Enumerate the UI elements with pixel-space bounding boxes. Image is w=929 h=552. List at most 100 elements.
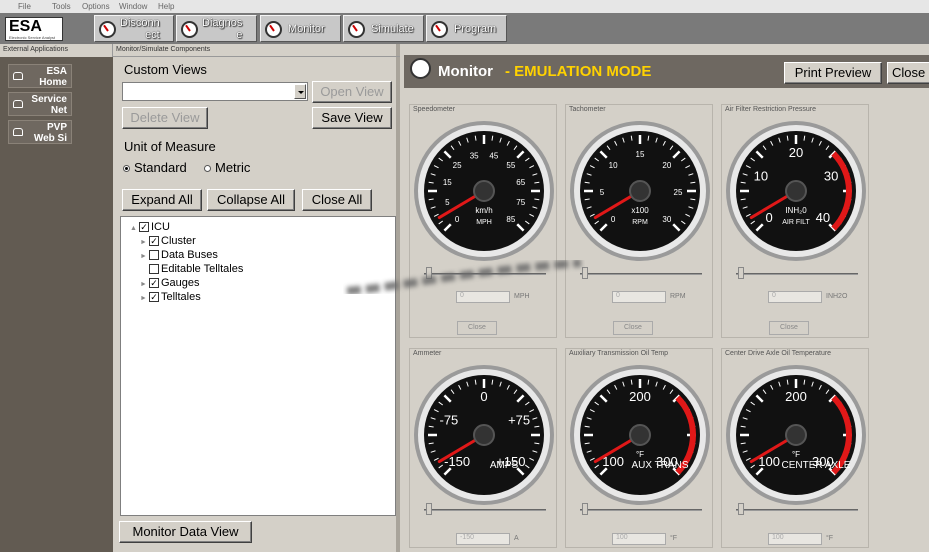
gauge-scale-label: 5 [600,188,605,197]
delete-view-button[interactable]: Delete View [122,107,208,129]
esa-home-label: ESA Home [39,66,67,88]
gauge-scale-label: 20 [789,145,803,160]
pvp-web-label: PVP Web Si [33,122,67,144]
tree-expander-icon[interactable]: ► [140,279,147,291]
gauge-slider-thumb[interactable] [738,267,744,279]
menu-options[interactable]: Options [82,2,110,11]
menu-help[interactable]: Help [158,2,174,11]
service-net-button[interactable]: Service Net [8,92,72,116]
menu-tools[interactable]: Tools [52,2,71,11]
close-monitor-button[interactable]: Close [887,62,929,84]
gauge-icon [410,58,431,79]
print-preview-button[interactable]: Print Preview [784,62,882,84]
disconnect-label: Disconn ect [120,17,160,41]
standard-label[interactable]: Standard [134,160,187,175]
gauge-slider[interactable] [736,273,858,275]
gauge-scale-label: 15 [636,150,645,159]
pvp-web-icon [13,128,23,136]
diagnose-button[interactable]: Diagnos e [176,15,257,42]
pvp-web-button[interactable]: PVP Web Si [8,120,72,144]
gauge-scale-label: 25 [453,161,462,170]
components-header: Monitor/Simulate Components [113,44,400,57]
gauge-scale-label: 5 [445,198,450,207]
gauge-caption: AIR FILT [782,219,810,226]
gauge-scale-label: 65 [516,178,525,187]
gauge-caption: AUX TRANS [631,460,688,471]
gauge-slider-thumb[interactable] [738,503,744,515]
tree-expander-icon[interactable]: ► [140,237,147,249]
tree-expander-icon[interactable]: ► [140,293,147,305]
standard-radio[interactable] [123,165,130,172]
monitor-data-view-button[interactable]: Monitor Data View [119,521,252,543]
gauge-slider-thumb[interactable] [426,267,432,279]
close-all-button[interactable]: Close All [302,189,372,211]
gauge-close-button[interactable]: Close [769,321,809,335]
gauge-hub [473,424,495,446]
open-view-button[interactable]: Open View [312,81,392,103]
gauge-title: Ammeter [413,350,442,357]
simulate-button[interactable]: Simulate [343,15,424,42]
disconnect-button[interactable]: Disconn ect [94,15,174,42]
checkbox-telltales[interactable]: ✓ [149,292,159,302]
gauge-value-input[interactable]: 0 [612,291,666,303]
monitor-button[interactable]: Monitor [260,15,341,42]
collapse-all-button[interactable]: Collapse All [207,189,295,211]
gauge-value-input[interactable]: 0 [768,291,822,303]
menu-file[interactable]: File [18,2,31,11]
menu-window[interactable]: Window [119,2,147,11]
gauge-scale-label: 25 [674,188,683,197]
gauge-slider-thumb[interactable] [582,267,588,279]
tree-label-icu: ICU [151,221,170,233]
esa-home-button[interactable]: ESA Home [8,64,72,88]
gauge-value-input[interactable]: -150 [456,533,510,545]
save-view-button[interactable]: Save View [312,107,392,129]
checkbox-gauges[interactable]: ✓ [149,278,159,288]
checkbox-icu[interactable]: ✓ [139,222,149,232]
program-button[interactable]: Program [426,15,507,42]
gauge-slider[interactable] [424,509,546,511]
gauge-dial: 100200300°FCENTER AXLE [726,365,866,505]
checkbox-editable-telltales[interactable] [149,264,159,274]
gauge-unit-label: °F [636,450,644,459]
gauge-value-input[interactable]: 100 [768,533,822,545]
program-label: Program [454,23,497,35]
gauge-title: Air Filter Restriction Pressure [725,106,817,113]
gauge-close-button[interactable]: Close [613,321,653,335]
metric-label[interactable]: Metric [215,160,250,175]
gauge-title: Auxiliary Transmission Oil Temp [569,350,669,357]
checkbox-data-buses[interactable] [149,250,159,260]
simulate-label: Simulate [371,23,414,35]
tree-expander-icon[interactable]: ► [140,251,147,263]
tree-label-editable-telltales: Editable Telltales [161,263,244,275]
metric-radio[interactable] [204,165,211,172]
gauge-slider[interactable] [580,509,702,511]
gauge-slider[interactable] [580,273,702,275]
checkbox-cluster[interactable]: ✓ [149,236,159,246]
monitor-title: Monitor [438,63,493,80]
gauge-hub [629,424,651,446]
unit-of-measure-heading: Unit of Measure [124,139,216,154]
logo-text: ESA [9,18,42,35]
tree-expander-icon[interactable]: ▲ [130,223,137,235]
monitor-icon [265,21,282,38]
gauge-panel: Air Filter Restriction Pressure 0 10 20 30 40… [721,104,869,338]
gauge-close-button[interactable]: Close [457,321,497,335]
toolbar: ESA Electronic Service Analyst Disconn e… [0,13,929,44]
gauge-slider-thumb[interactable] [582,503,588,515]
custom-view-select[interactable] [122,82,308,101]
components-panel: Monitor/Simulate Components Custom Views… [113,44,400,552]
gauge-unit-label: INH₂0 [785,206,807,215]
gauge-value-input[interactable]: 0 [456,291,510,303]
gauge-unit: INH2O [826,293,848,300]
gauge-value-input[interactable]: 100 [612,533,666,545]
custom-views-heading: Custom Views [124,62,207,77]
gauge-slider-thumb[interactable] [426,503,432,515]
expand-all-button[interactable]: Expand All [122,189,202,211]
chevron-down-icon[interactable] [294,84,306,99]
gauge-slider[interactable] [736,509,858,511]
gauge-slider[interactable] [424,273,546,275]
diagnose-label: Diagnos e [202,17,243,41]
gauge-panel: Ammeter -150 -75 0 +75 +150 AMPS -150 A [409,348,557,548]
gauge-scale-label: 30 [662,215,671,224]
gauge-caption: CENTER AXLE [782,460,851,471]
